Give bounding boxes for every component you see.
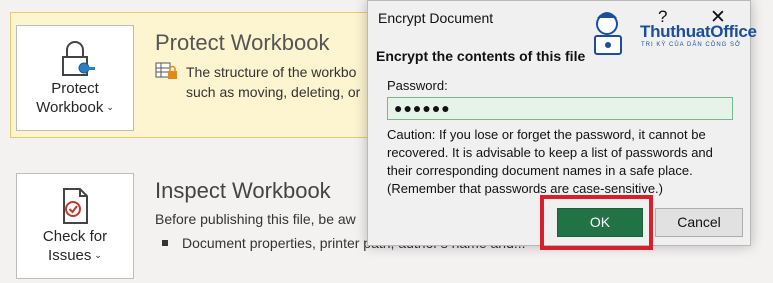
lock-key-icon: [62, 41, 95, 76]
protect-workbook-title: Protect Workbook: [155, 30, 330, 55]
dialog-heading: Encrypt the contents of this file: [376, 48, 586, 64]
protect-tile-label-2: Workbook ⌄: [36, 99, 114, 116]
bullet-icon: [162, 240, 168, 246]
check-tile-label-1: Check for: [42, 228, 108, 245]
chevron-down-icon: ⌄: [94, 250, 102, 260]
chevron-down-icon: ⌄: [106, 102, 114, 112]
protect-description: The structure of the workbo such as movi…: [186, 62, 360, 102]
document-check-icon: [63, 188, 88, 224]
protect-tile-label-1: Protect: [51, 80, 99, 97]
protect-workbook-button[interactable]: Protect Workbook ⌄: [16, 25, 134, 131]
ok-highlight-box: [540, 195, 653, 250]
check-for-issues-button[interactable]: Check for Issues ⌄: [16, 173, 134, 279]
protect-desc-line-2: such as moving, deleting, or: [186, 84, 361, 100]
inspect-description: Before publishing this file, be aw: [155, 211, 356, 227]
watermark-tagline: TRI KỲ CỦA DÂN CÔNG SỞ: [641, 42, 742, 48]
password-label: Password:: [387, 78, 448, 93]
protect-desc-line-1: The structure of the workbo: [186, 64, 357, 80]
caution-text: Caution: If you lose or forget the passw…: [387, 127, 713, 196]
dialog-title: Encrypt Document: [378, 10, 494, 26]
structure-lock-icon: [155, 62, 177, 79]
cancel-button[interactable]: Cancel: [655, 208, 743, 237]
check-tile-label-2: Issues ⌄: [48, 247, 102, 264]
password-field[interactable]: ●●●●●●: [387, 97, 733, 120]
watermark-name: ThuthuatOffice: [640, 22, 757, 41]
inspect-workbook-title: Inspect Workbook: [155, 178, 331, 203]
